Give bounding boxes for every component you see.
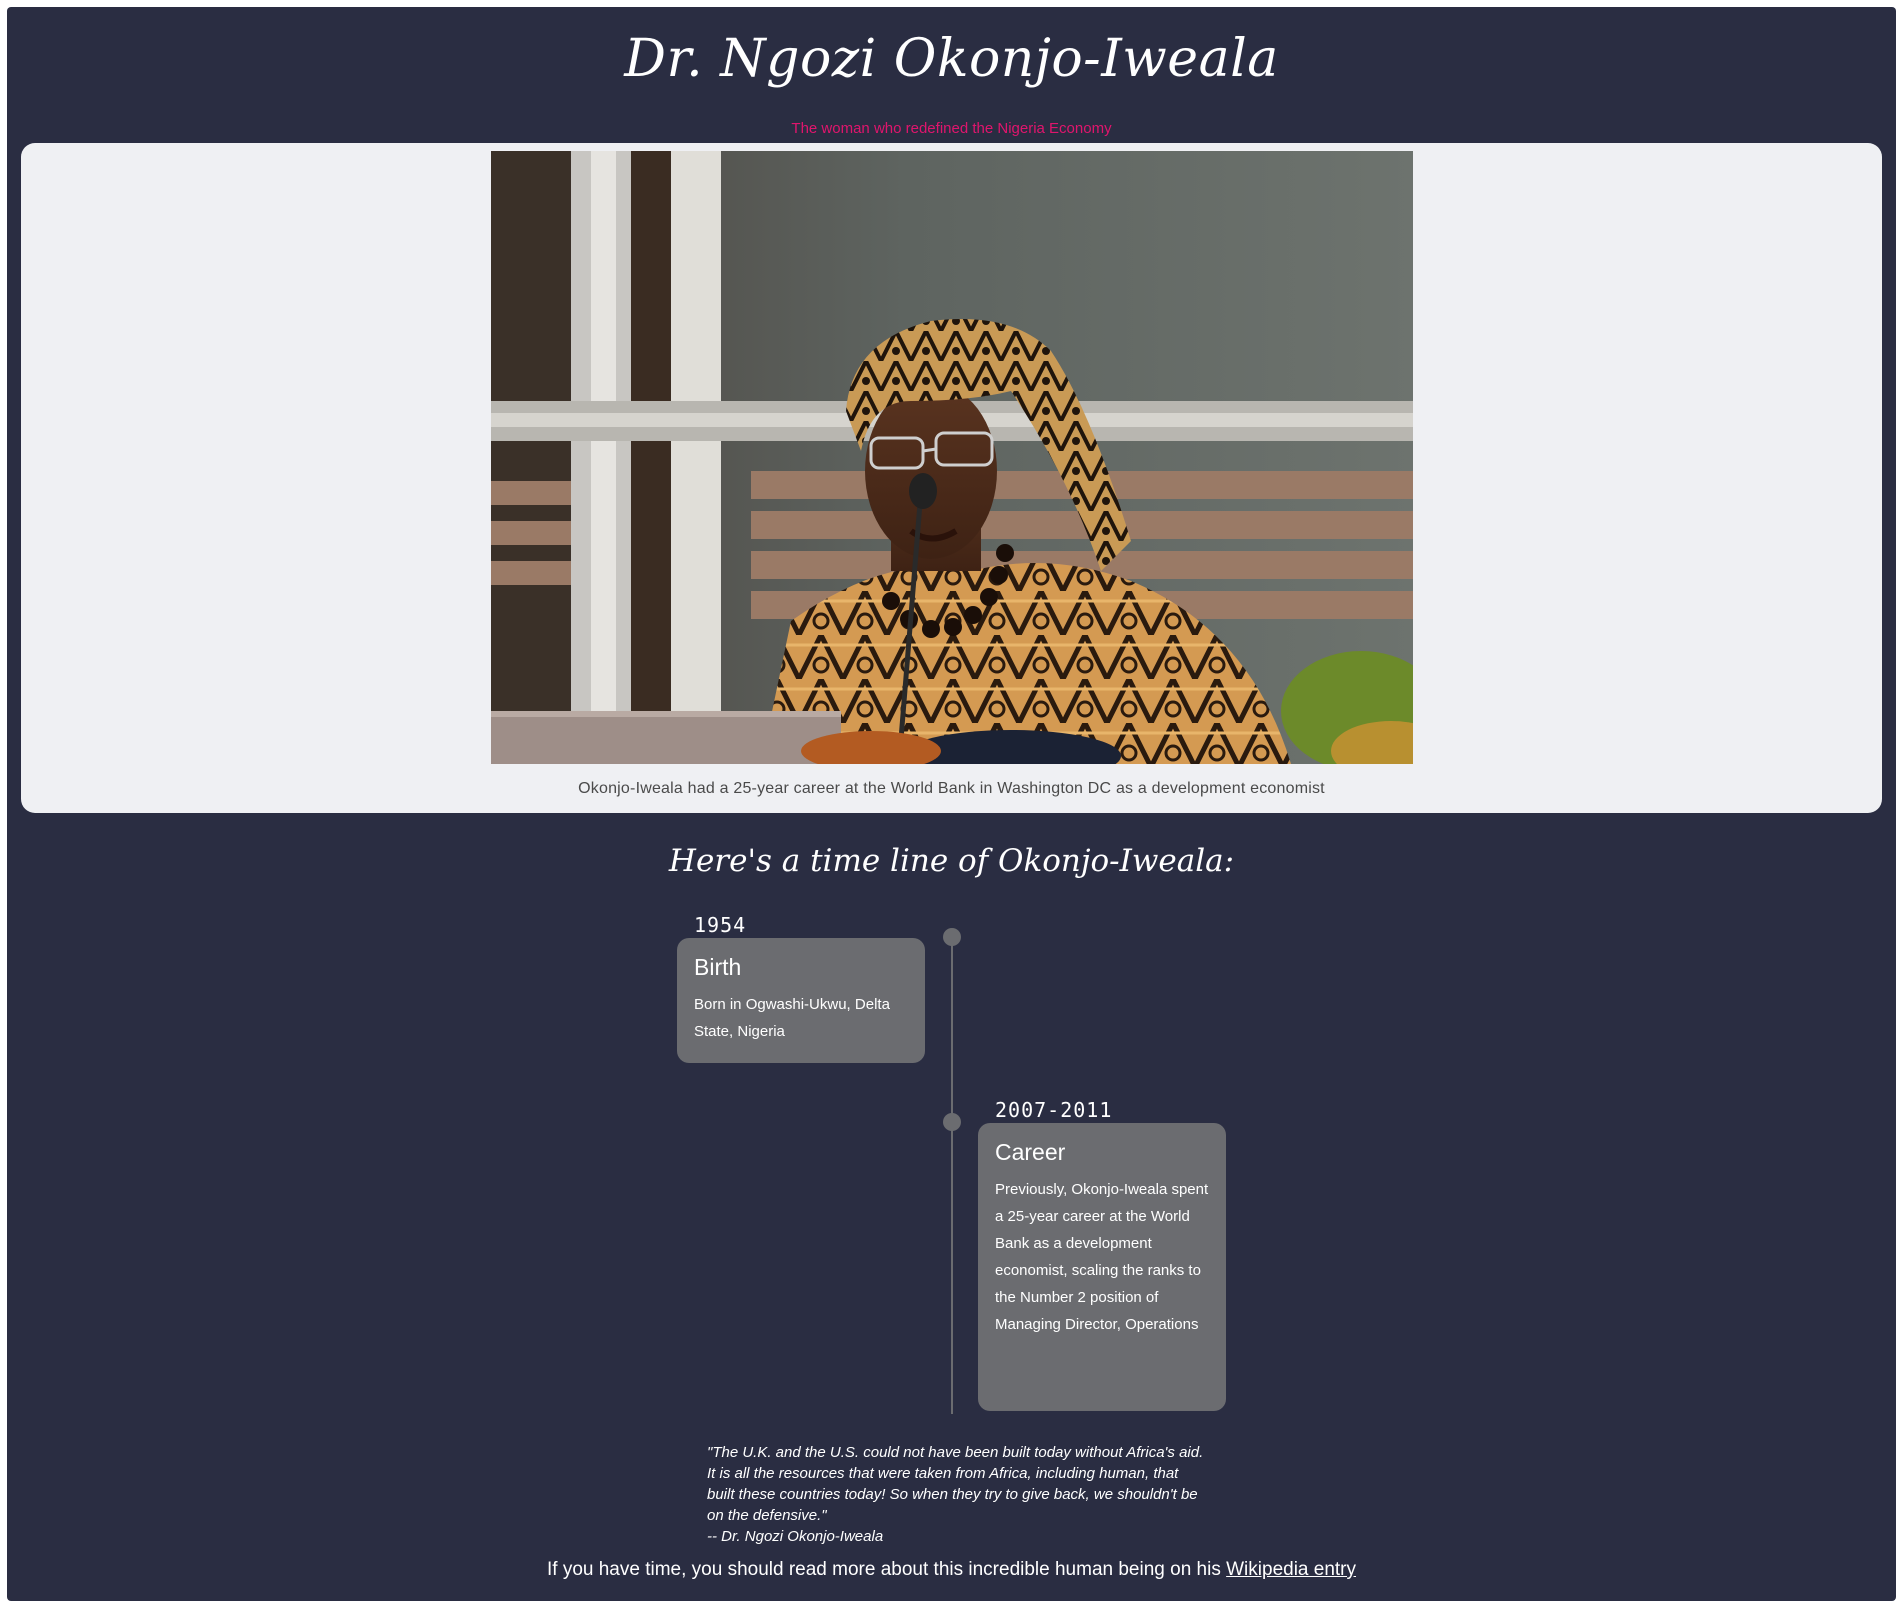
timeline-card-career: Career Previously, Okonjo-Iweala spent a…	[978, 1123, 1226, 1411]
timeline-card-title: Career	[995, 1139, 1066, 1165]
timeline-dot	[943, 928, 961, 946]
portrait-photo	[491, 151, 1413, 764]
page-subtitle: The woman who redefined the Nigeria Econ…	[791, 120, 1112, 137]
timeline-card-text: Born in Ogwashi-Ukwu, Delta State, Niger…	[694, 996, 890, 1040]
image-caption: Okonjo-Iweala had a 25-year career at th…	[578, 780, 1325, 797]
footer-sentence: If you have time, you should read more a…	[546, 1559, 1221, 1580]
timeline-year: 1954	[694, 913, 747, 937]
timeline-heading: Here's a time line of Okonjo-Iweala:	[668, 843, 1235, 879]
timeline-line	[951, 934, 953, 1414]
timeline-dot	[943, 1113, 961, 1131]
wikipedia-link[interactable]: Wikipedia entry	[1226, 1559, 1356, 1580]
quote-block: "The U.K. and the U.S. could not have be…	[707, 1442, 1207, 1547]
page-title: Dr. Ngozi Okonjo-Iweala	[624, 29, 1279, 89]
image-card: Okonjo-Iweala had a 25-year career at th…	[21, 143, 1882, 813]
quote-text: "The U.K. and the U.S. could not have be…	[707, 1444, 1204, 1524]
quote-author: -- Dr. Ngozi Okonjo-Iweala	[707, 1528, 884, 1545]
timeline-year: 2007-2011	[995, 1098, 1113, 1122]
timeline-card-birth: Birth Born in Ogwashi-Ukwu, Delta State,…	[677, 938, 925, 1063]
tribute-page: Dr. Ngozi Okonjo-Iweala The woman who re…	[7, 7, 1896, 1601]
timeline-card-title: Birth	[694, 954, 742, 980]
footer-text: If you have time, you should read more a…	[7, 1559, 1896, 1581]
timeline-card-text: Previously, Okonjo-Iweala spent a 25-yea…	[995, 1181, 1209, 1333]
